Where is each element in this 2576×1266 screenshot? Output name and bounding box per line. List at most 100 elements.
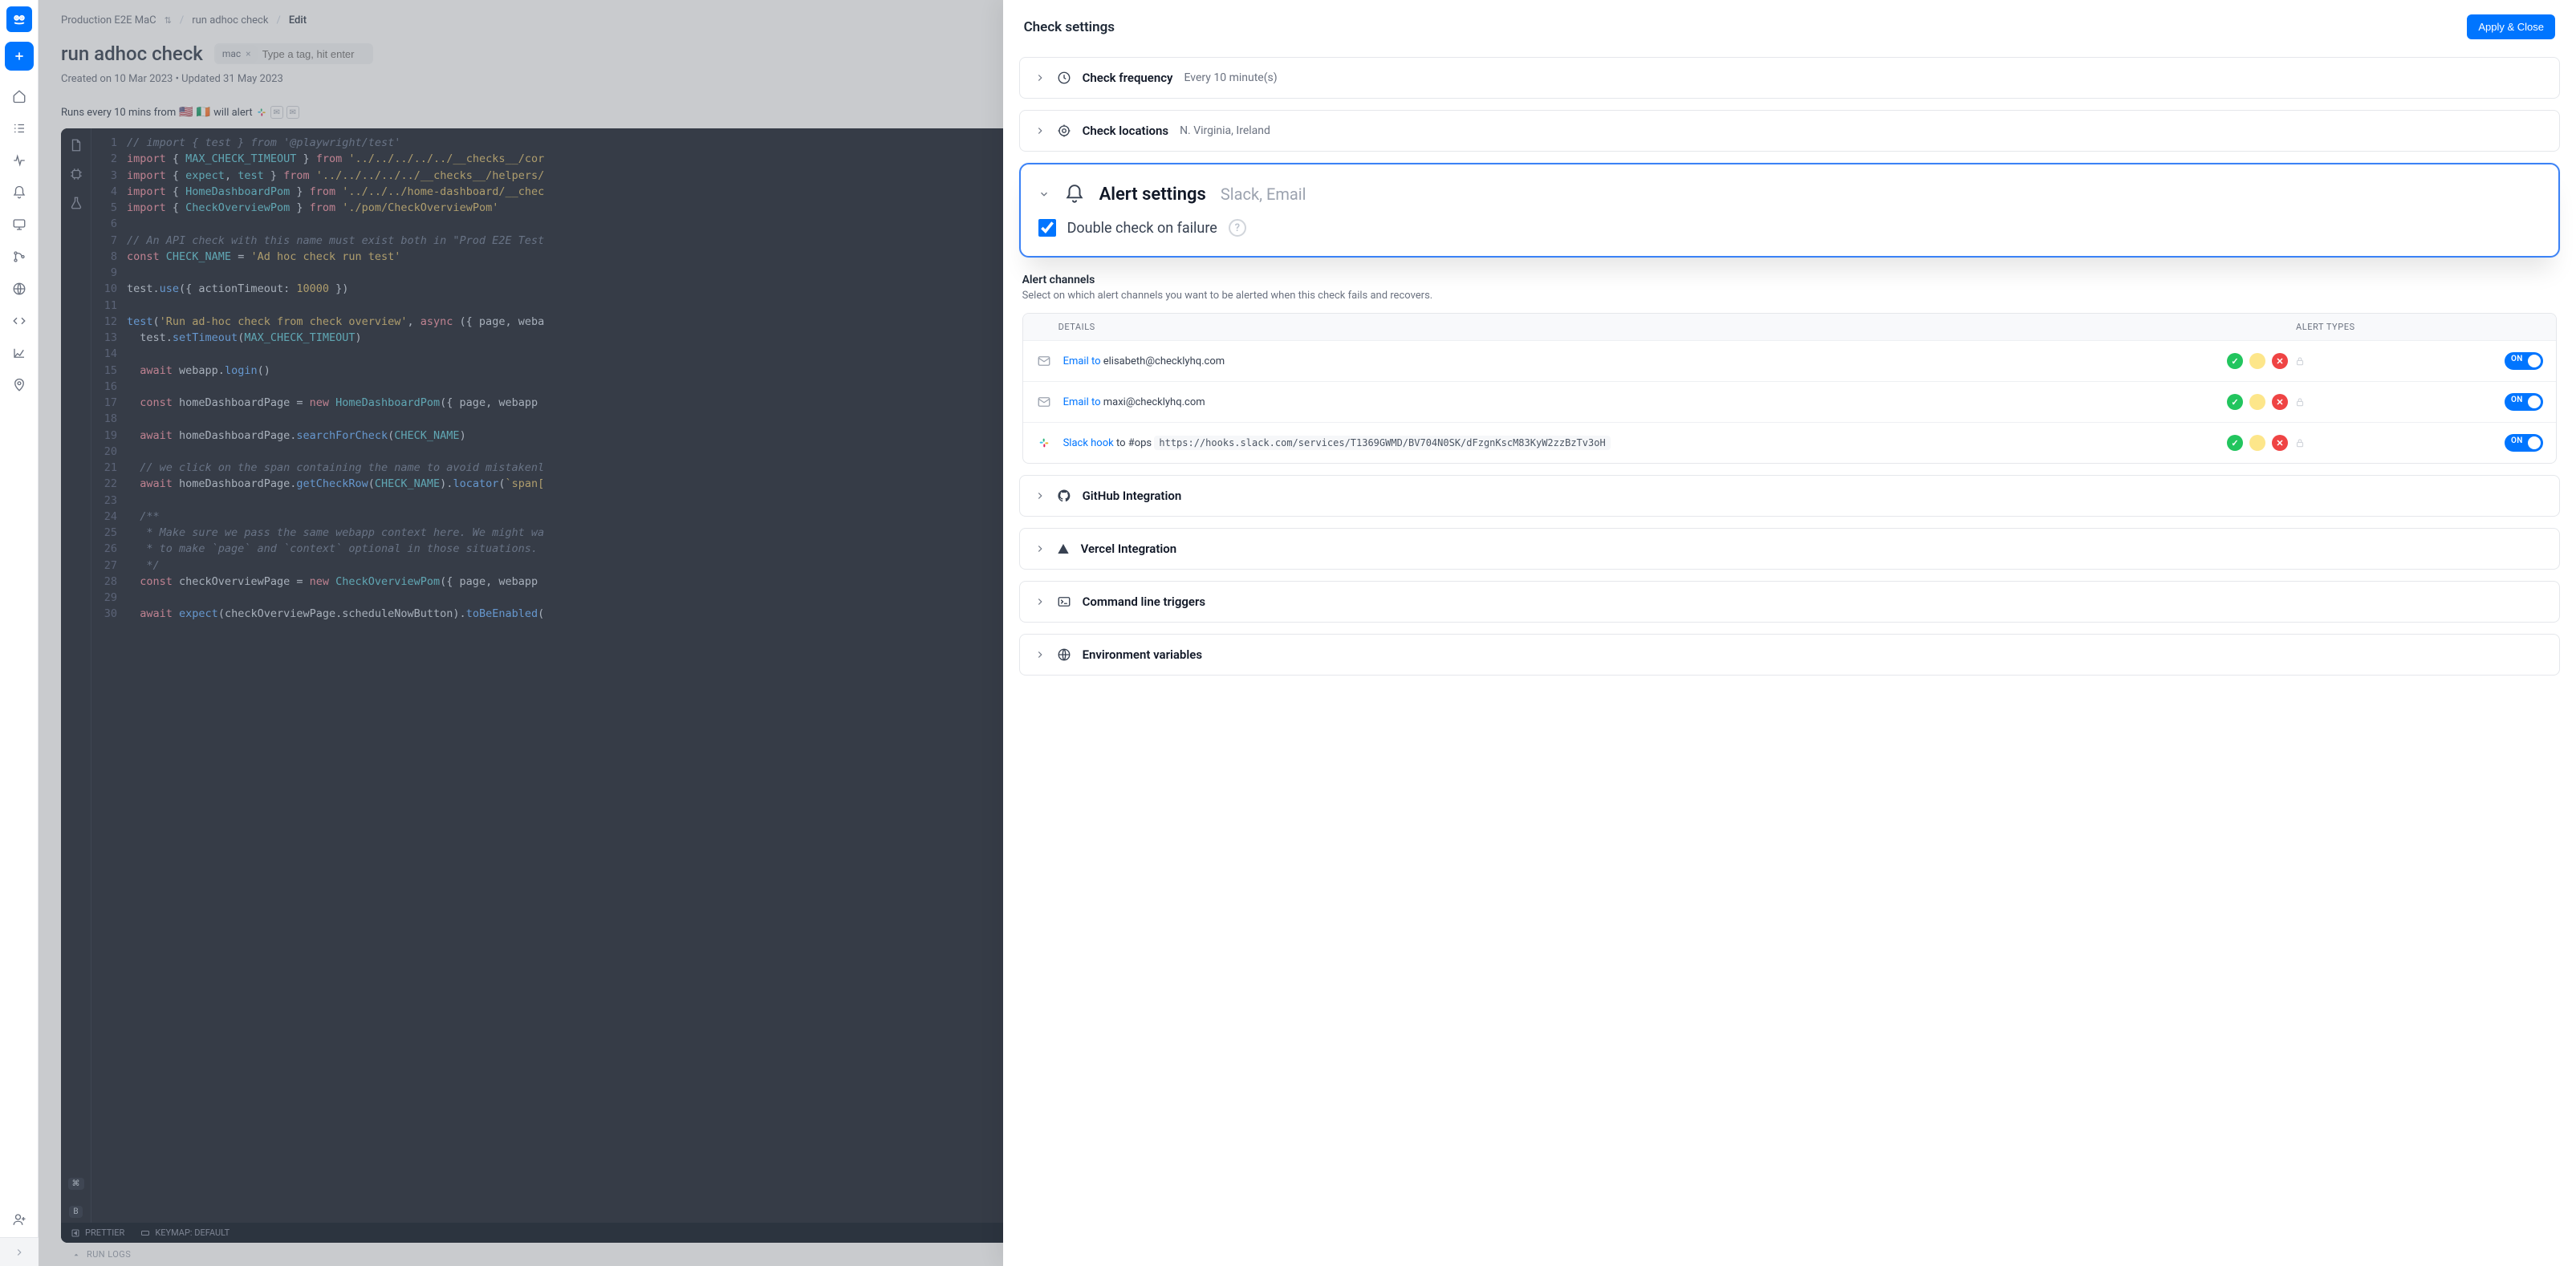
editor-keymap-button[interactable]: KEYMAP: DEFAULT [140, 1227, 230, 1238]
status-dot-warning-icon [2249, 435, 2265, 451]
channel-details: Slack hook to #ops https://hooks.slack.c… [1063, 437, 2216, 449]
card-title: Check frequency [1083, 71, 1173, 85]
table-row: Slack hook to #ops https://hooks.slack.c… [1023, 422, 2556, 463]
bell-icon [1064, 184, 1085, 205]
card-title: GitHub Integration [1083, 489, 1182, 503]
nav-monitor-icon[interactable] [5, 210, 34, 239]
status-dot-fail-icon: ✕ [2272, 394, 2288, 410]
channel-details: Email to elisabeth@checklyhq.com [1063, 355, 2216, 367]
lock-icon [2294, 355, 2306, 367]
panel-title: Check settings [1024, 19, 1115, 35]
chevron-right-icon [1034, 72, 1046, 83]
terminal-icon [1057, 594, 1071, 609]
card-subtitle: Every 10 minute(s) [1184, 71, 1278, 84]
breadcrumb-item[interactable]: run adhoc check [192, 14, 268, 26]
th-types: ALERT TYPES [2296, 322, 2521, 332]
status-dot-warning-icon [2249, 394, 2265, 410]
page-title: run adhoc check [61, 43, 203, 65]
editor-flask-icon[interactable] [67, 194, 85, 212]
breadcrumb-root[interactable]: Production E2E MaC [61, 14, 156, 26]
nav-location-icon[interactable] [5, 371, 34, 400]
channel-toggle[interactable]: ON [2505, 393, 2543, 411]
editor-prettier-button[interactable]: PRETTIER [71, 1227, 124, 1238]
card-header[interactable]: Alert settings Slack, Email [1021, 164, 2558, 219]
card-title: Alert settings [1099, 185, 1206, 205]
runs-prefix: Runs every 10 mins from [61, 107, 176, 119]
nav-globe-icon[interactable] [5, 274, 34, 303]
nav-invite-icon[interactable] [5, 1205, 34, 1234]
apply-close-button[interactable]: Apply & Close [2467, 14, 2555, 39]
card-title: Vercel Integration [1081, 542, 1177, 556]
mail-icon [1036, 354, 1052, 368]
th-details: DETAILS [1058, 322, 2296, 332]
github-icon [1057, 489, 1071, 503]
create-button[interactable] [5, 42, 34, 71]
editor-chip-icon[interactable] [67, 165, 85, 183]
location-target-icon [1057, 124, 1071, 138]
card-subtitle: Slack, Email [1221, 185, 1306, 204]
chevron-right-icon [1034, 125, 1046, 136]
nav-list-icon[interactable] [5, 114, 34, 143]
channel-toggle[interactable]: ON [2505, 352, 2543, 370]
table-row: Email to elisabeth@checklyhq.com ✓✕ ON [1023, 340, 2556, 381]
card-env[interactable]: Environment variables [1019, 634, 2560, 676]
lock-icon [2294, 437, 2306, 448]
card-alert-settings: Alert settings Slack, Email Double check… [1019, 163, 2560, 258]
alert-channels-heading: Alert channels [1022, 274, 2557, 286]
run-logs-label: RUN LOGS [87, 1249, 131, 1260]
chevron-right-icon [1034, 649, 1046, 660]
card-github[interactable]: GitHub Integration [1019, 475, 2560, 517]
kbd-hint: B [69, 1206, 82, 1218]
alert-channels-desc: Select on which alert channels you want … [1022, 290, 2557, 302]
nav-chart-icon[interactable] [5, 339, 34, 367]
status-dot-success-icon: ✓ [2227, 435, 2243, 451]
tag-input[interactable] [262, 48, 367, 60]
double-check-label: Double check on failure [1067, 220, 1217, 237]
chevron-down-icon [1037, 189, 1051, 200]
tag-chip[interactable]: mac × [216, 45, 258, 63]
globe-icon [1057, 647, 1071, 662]
nav-code-icon[interactable] [5, 306, 34, 335]
nav-pulse-icon[interactable] [5, 146, 34, 175]
card-frequency[interactable]: Check frequency Every 10 minute(s) [1019, 57, 2560, 99]
flag-ie-icon: 🇮🇪 [197, 106, 210, 119]
alert-type-dots: ✓✕ [2227, 353, 2436, 369]
kbd-hint: ⌘ [68, 1178, 84, 1190]
channel-link[interactable]: Slack hook [1063, 437, 1114, 449]
channel-toggle[interactable]: ON [2505, 434, 2543, 452]
card-title: Environment variables [1083, 647, 1203, 662]
slack-icon [256, 107, 267, 118]
nav-bell-icon[interactable] [5, 178, 34, 207]
nav-expand-toggle[interactable] [0, 1237, 39, 1266]
mail-icon [1036, 395, 1052, 409]
mail-icon: ✉ [270, 106, 283, 119]
card-cli[interactable]: Command line triggers [1019, 581, 2560, 623]
vercel-icon [1057, 542, 1070, 555]
nav-home-icon[interactable] [5, 82, 34, 111]
channel-link[interactable]: Email to [1063, 355, 1101, 367]
chevron-right-icon [1034, 596, 1046, 607]
card-locations[interactable]: Check locations N. Virginia, Ireland [1019, 110, 2560, 152]
chevron-right-icon [1034, 543, 1046, 554]
status-dot-fail-icon: ✕ [2272, 435, 2288, 451]
table-row: Email to maxi@checklyhq.com✓✕ON [1023, 381, 2556, 422]
channel-link[interactable]: Email to [1063, 396, 1101, 408]
nav-git-icon[interactable] [5, 242, 34, 271]
clock-icon [1057, 71, 1071, 85]
lock-icon [2294, 396, 2306, 408]
tag-label: mac [222, 48, 241, 59]
alert-type-dots: ✓✕ [2227, 435, 2436, 451]
alert-channels-table: DETAILS ALERT TYPES Email to elisabeth@c… [1022, 313, 2557, 464]
app-logo[interactable] [6, 6, 32, 32]
card-title: Command line triggers [1083, 594, 1206, 609]
double-check-checkbox[interactable] [1038, 219, 1056, 237]
flag-us-icon: 🇺🇸 [179, 106, 193, 119]
card-vercel[interactable]: Vercel Integration [1019, 528, 2560, 570]
editor-file-icon[interactable] [67, 136, 85, 154]
breadcrumb-leaf: Edit [289, 14, 307, 26]
help-icon[interactable]: ? [1229, 219, 1246, 237]
card-title: Check locations [1083, 124, 1169, 138]
breadcrumb-switcher-icon[interactable]: ⇅ [165, 15, 172, 26]
tag-remove-icon[interactable]: × [246, 48, 250, 59]
settings-panel: Check settings Apply & Close Check frequ… [1003, 0, 2576, 1266]
